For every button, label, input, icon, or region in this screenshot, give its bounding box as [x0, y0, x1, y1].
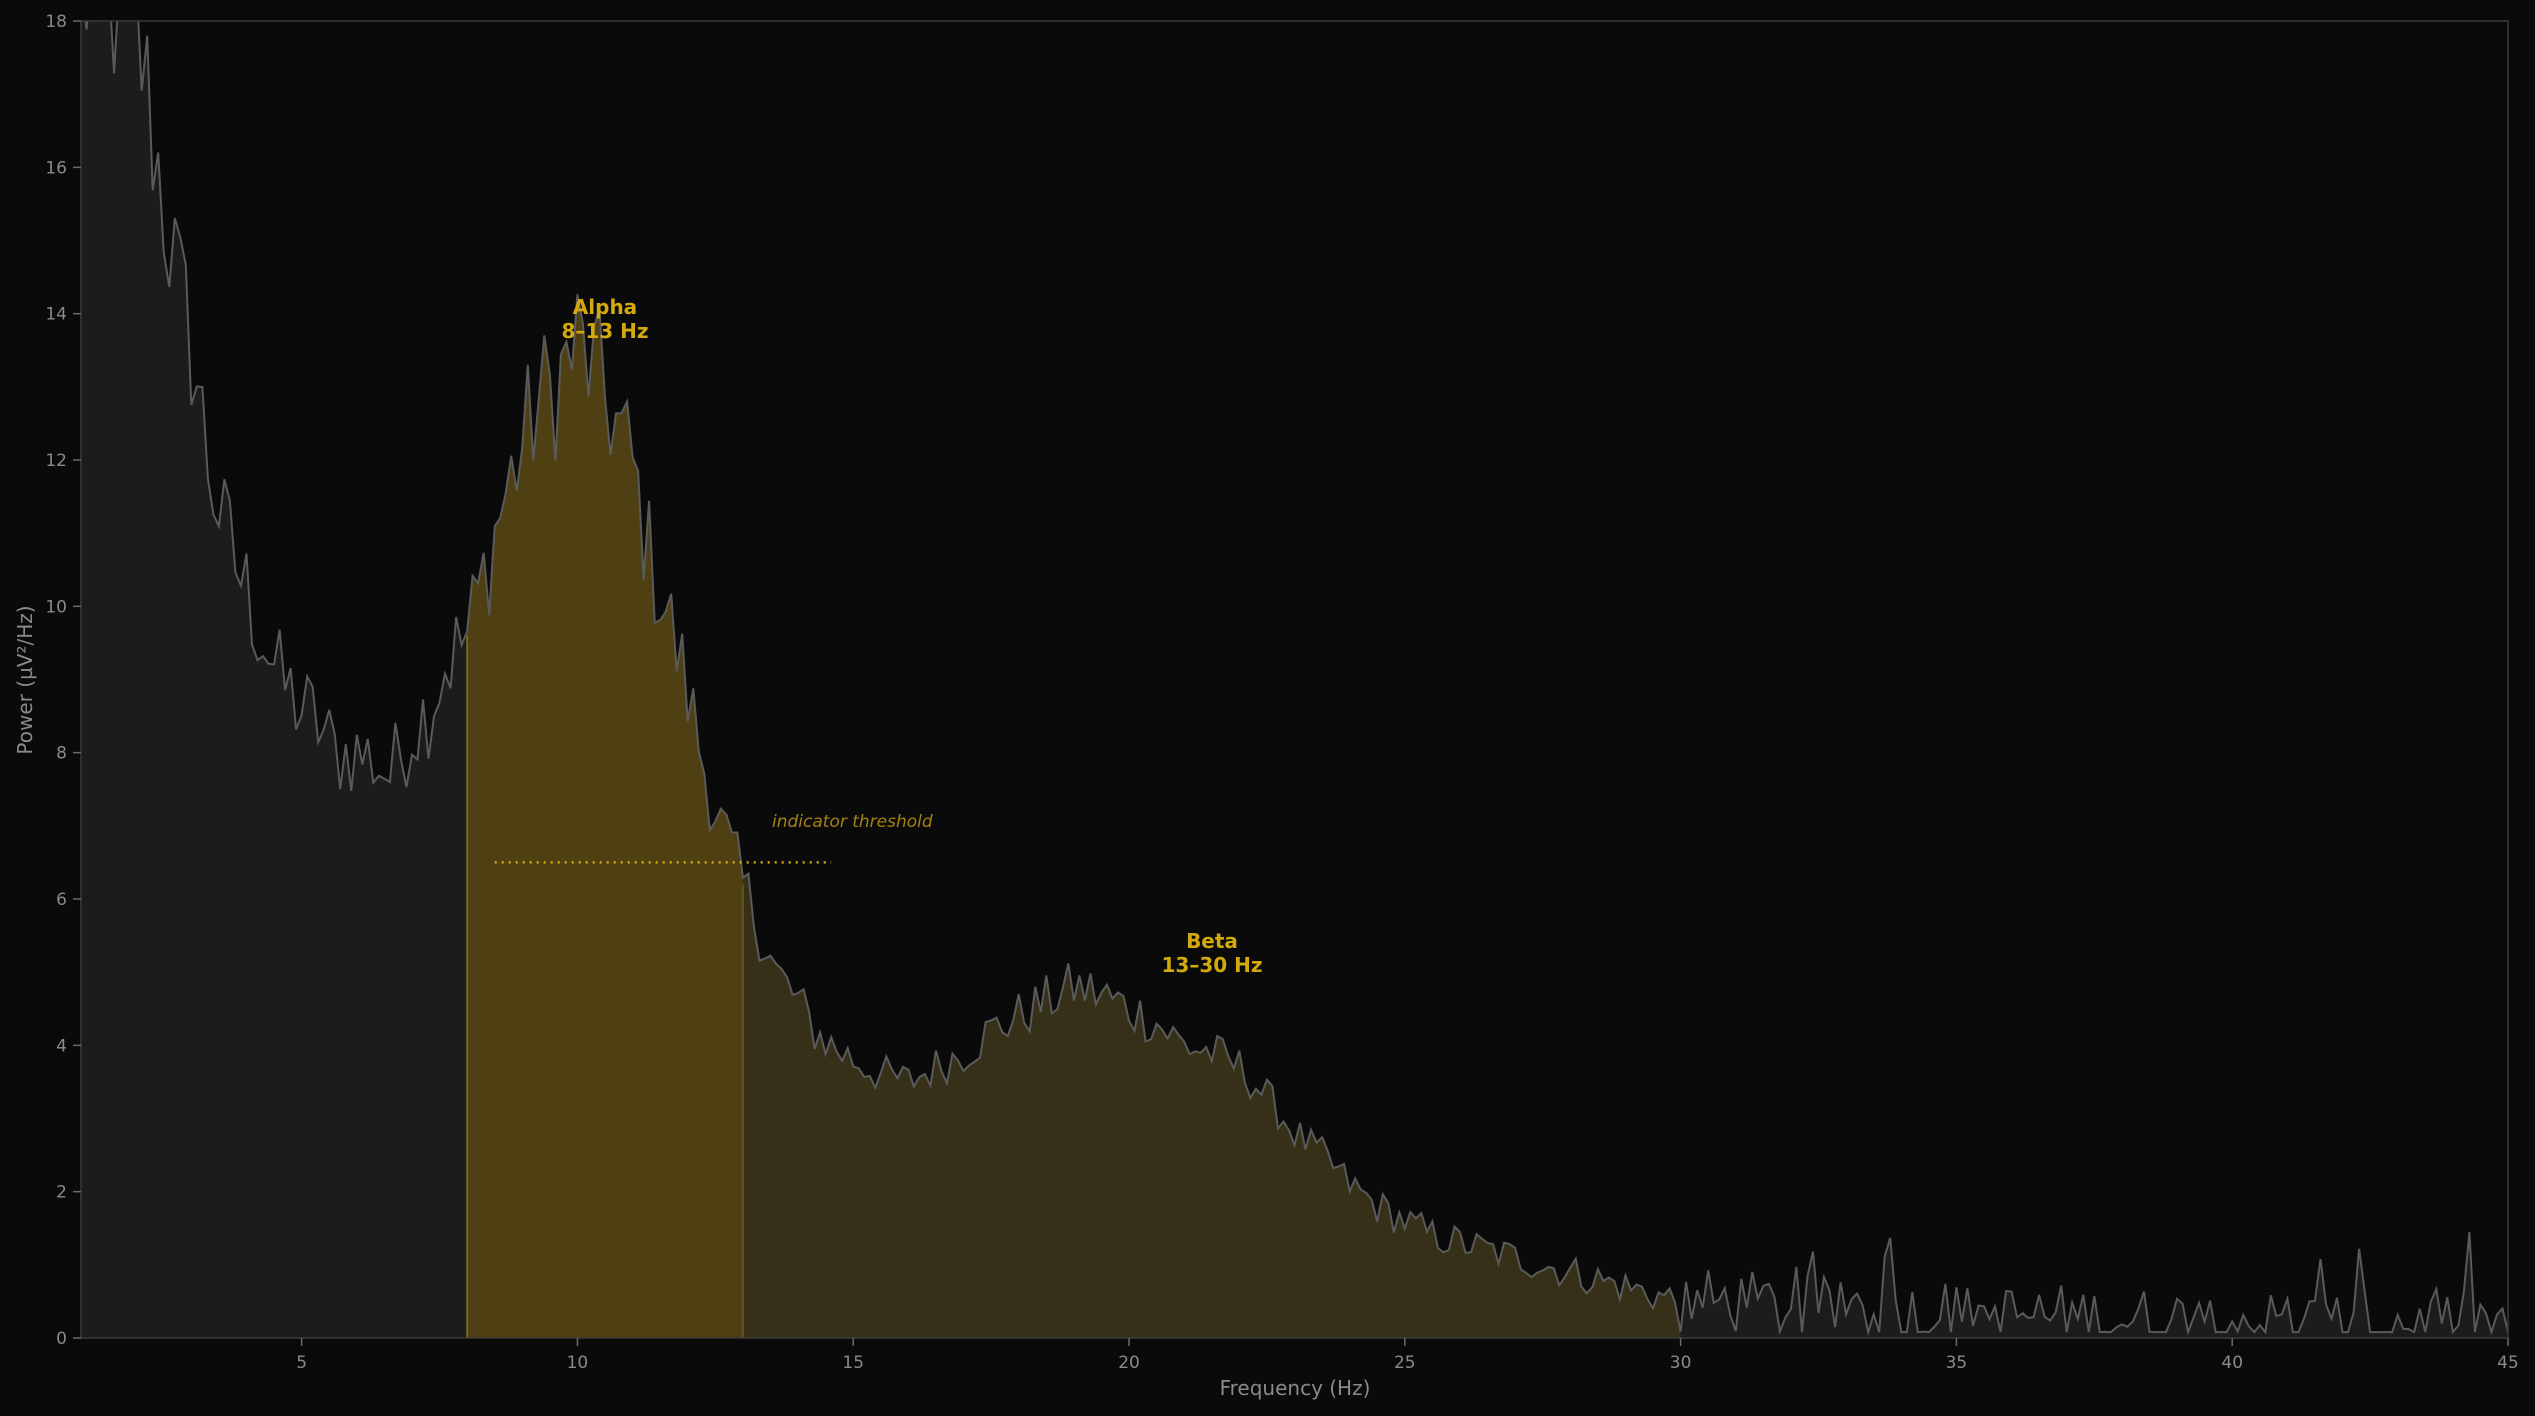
beta-label-name: Beta	[1186, 929, 1238, 953]
psd-chart: 5 10 15 20 25 30 35 40 45 0 2 4 6 8 10 12 14 16 18 Frequen…	[0, 0, 2535, 1416]
y-tick-label-4: 4	[56, 1036, 67, 1056]
x-tick-label-35: 35	[1946, 1353, 1968, 1373]
x-tick-label-5: 5	[296, 1353, 307, 1373]
y-tick-label-6: 6	[56, 890, 67, 910]
x-tick-label-25: 25	[1394, 1353, 1416, 1373]
x-axis-label: Frequency (Hz)	[1220, 1376, 1371, 1400]
y-tick-label-14: 14	[45, 305, 67, 325]
beta-label-range: 13–30 Hz	[1161, 953, 1262, 977]
x-tick-label-40: 40	[2221, 1353, 2243, 1373]
y-tick-label-12: 12	[45, 451, 67, 471]
threshold-label: indicator threshold	[772, 812, 933, 832]
x-tick-label-15: 15	[842, 1353, 864, 1373]
x-tick-label-45: 45	[2497, 1353, 2519, 1373]
x-tick-label-10: 10	[567, 1353, 589, 1373]
x-tick-label-20: 20	[1118, 1353, 1140, 1373]
alpha-label-name: Alpha	[573, 295, 637, 319]
y-tick-label-8: 8	[56, 744, 67, 764]
y-axis-label: Power (µV²/Hz)	[13, 605, 37, 754]
x-tick-label-30: 30	[1670, 1353, 1692, 1373]
y-tick-label-2: 2	[56, 1183, 67, 1203]
y-tick-label-10: 10	[45, 597, 67, 617]
alpha-label-range: 8–13 Hz	[561, 319, 648, 343]
y-tick-label-0: 0	[56, 1329, 67, 1349]
y-tick-label-16: 16	[45, 158, 67, 178]
alpha-band-label: Alpha 8–13 Hz	[561, 295, 648, 343]
y-tick-label-18: 18	[45, 12, 67, 32]
